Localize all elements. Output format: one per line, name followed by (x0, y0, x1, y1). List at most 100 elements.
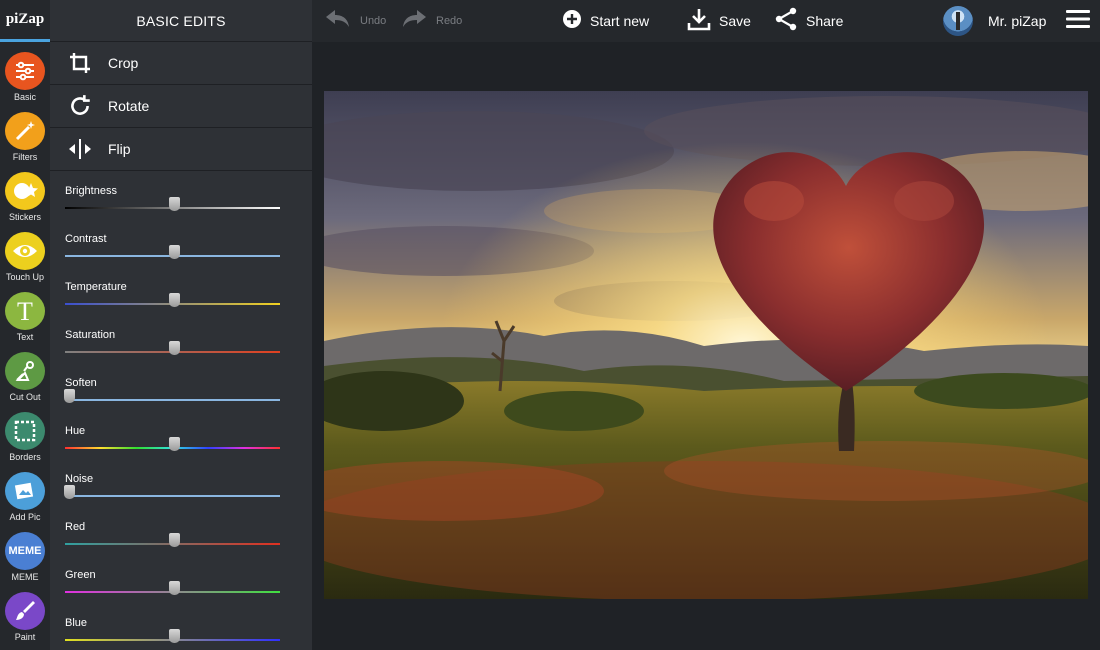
slider-label: Blue (65, 617, 88, 629)
undo-button[interactable]: Undo (324, 0, 386, 42)
download-icon (687, 7, 711, 36)
rotate-button[interactable]: Rotate (50, 84, 312, 127)
tool-label: Filters (12, 152, 38, 162)
app-logo[interactable]: piZap (0, 0, 50, 42)
slider-thumb[interactable] (169, 581, 180, 595)
tool-stickers[interactable]: Stickers (0, 162, 50, 222)
flip-label: Flip (108, 141, 131, 157)
rotate-label: Rotate (108, 98, 150, 114)
top-toolbar: Undo Redo Start new Save Share Mr. piZap (312, 0, 1100, 42)
tool-borders[interactable]: Borders (0, 402, 50, 462)
slider-thumb[interactable] (169, 293, 180, 307)
slider-track[interactable] (65, 495, 280, 497)
border-frame-icon (5, 412, 45, 450)
flip-button[interactable]: Flip (50, 127, 312, 170)
rotate-icon (66, 92, 94, 120)
user-name: Mr. piZap (988, 13, 1047, 29)
share-button[interactable]: Share (774, 0, 843, 42)
edited-photo[interactable] (324, 91, 1088, 599)
slider-thumb[interactable] (64, 485, 75, 499)
slider-noise: Noise (64, 459, 280, 507)
crop-icon (66, 49, 94, 77)
slider-thumb[interactable] (169, 245, 180, 259)
add-picture-icon (5, 472, 45, 510)
tool-label: Touch Up (5, 272, 45, 282)
redo-icon (400, 8, 428, 35)
crop-label: Crop (108, 55, 139, 71)
tool-basic[interactable]: Basic (0, 42, 50, 102)
paint-brush-icon (5, 592, 45, 630)
slider-label: Noise (65, 473, 94, 485)
undo-label: Undo (360, 15, 387, 27)
tool-label: Stickers (8, 212, 41, 222)
slider-brightness: Brightness (65, 171, 280, 219)
tool-label: MEME (11, 572, 39, 582)
save-label: Save (719, 13, 751, 29)
tool-label: Add Pic (9, 512, 41, 522)
tool-touchup[interactable]: Touch Up (0, 222, 50, 282)
slider-track[interactable] (65, 399, 280, 401)
text-t-icon: T (5, 292, 45, 330)
tool-meme[interactable]: MEME MEME (0, 522, 50, 582)
editor-canvas[interactable] (312, 42, 1100, 650)
redo-button[interactable]: Redo (400, 0, 462, 42)
meme-icon: MEME (5, 532, 45, 570)
slider-label: Soften (65, 377, 97, 389)
tool-label: Cut Out (9, 392, 41, 402)
tool-addpic[interactable]: Add Pic (0, 462, 50, 522)
slider-label: Temperature (65, 281, 127, 293)
tool-text[interactable]: T Text (0, 282, 50, 342)
tool-paint[interactable]: Paint (0, 582, 50, 642)
slider-thumb[interactable] (169, 629, 180, 643)
slider-blue: Blue (65, 603, 280, 650)
tool-label: Paint (14, 632, 36, 642)
slider-thumb[interactable] (169, 197, 180, 211)
flip-icon (66, 135, 94, 163)
panel-title: BASIC EDITS (136, 12, 226, 29)
eye-icon (5, 232, 45, 270)
svg-text:T: T (17, 298, 33, 324)
adjustment-sliders: Brightness Contrast Temperature Saturation S… (50, 170, 312, 650)
slider-green: Green (65, 555, 280, 603)
slider-thumb[interactable] (169, 341, 180, 355)
avatar (943, 6, 973, 36)
user-menu[interactable]: Mr. piZap (943, 0, 1046, 42)
slider-contrast: Contrast (65, 219, 280, 267)
tool-label: Borders (9, 452, 41, 462)
slider-thumb[interactable] (169, 533, 180, 547)
slider-hue: Hue (65, 411, 280, 459)
tool-rail: piZap Basic Filters Stickers Touch Up T Text C… (0, 0, 50, 650)
basic-edits-panel: BASIC EDITS Crop Rotate Flip Brightness C… (50, 0, 312, 650)
slider-label: Saturation (65, 329, 116, 341)
hamburger-menu-button[interactable] (1066, 0, 1090, 42)
undo-icon (324, 8, 352, 35)
crop-button[interactable]: Crop (50, 41, 312, 84)
slider-thumb[interactable] (169, 437, 180, 451)
slider-red: Red (65, 507, 280, 555)
start-new-label: Start new (590, 13, 650, 29)
tool-cutout[interactable]: Cut Out (0, 342, 50, 402)
hamburger-icon (1066, 9, 1090, 34)
slider-label: Hue (65, 425, 86, 437)
slider-label: Green (65, 569, 96, 581)
slider-soften: Soften (64, 363, 280, 411)
slider-label: Contrast (65, 233, 107, 245)
start-new-button[interactable]: Start new (562, 0, 649, 42)
tool-filters[interactable]: Filters (0, 102, 50, 162)
sliders-icon (5, 52, 45, 90)
slider-temperature: Temperature (65, 267, 280, 315)
share-icon (774, 7, 798, 36)
cutout-icon (5, 352, 45, 390)
magic-wand-icon (5, 112, 45, 150)
redo-label: Redo (436, 15, 463, 27)
slider-thumb[interactable] (64, 389, 75, 403)
slider-saturation: Saturation (65, 315, 280, 363)
tool-label: Basic (13, 92, 36, 102)
save-button[interactable]: Save (687, 0, 751, 42)
slider-label: Brightness (65, 185, 117, 197)
share-label: Share (806, 13, 844, 29)
sticker-icon (5, 172, 45, 210)
tool-label: Text (16, 332, 34, 342)
slider-label: Red (65, 521, 86, 533)
plus-circle-icon (562, 9, 582, 34)
